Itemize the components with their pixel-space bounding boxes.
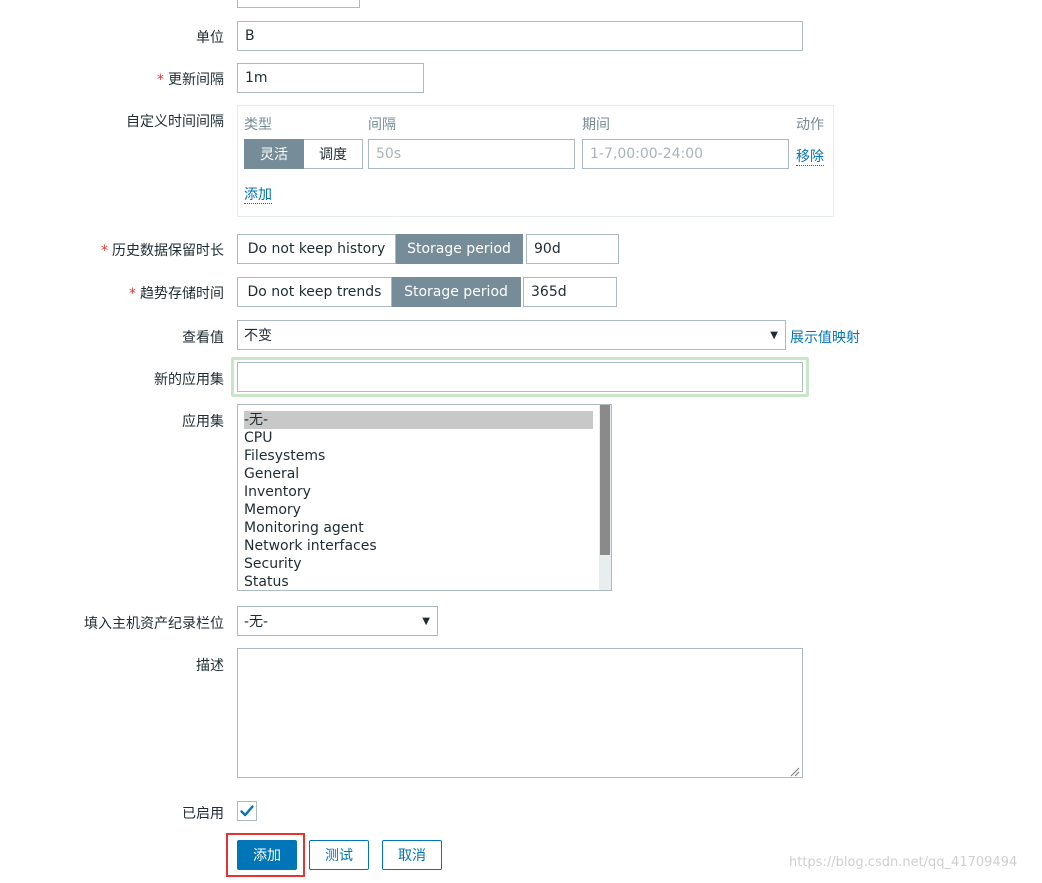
list-item[interactable]: Status xyxy=(238,573,600,590)
applications-scrollbar[interactable] xyxy=(599,405,611,590)
enabled-checkbox[interactable] xyxy=(237,801,257,821)
unit-input[interactable]: B xyxy=(237,21,803,51)
remove-interval-link[interactable]: 移除 xyxy=(796,149,824,166)
custom-intervals-interval-header: 间隔 xyxy=(368,117,396,133)
inventory-field-select[interactable]: -无- ▼ xyxy=(237,606,438,636)
list-item[interactable]: Monitoring agent xyxy=(238,519,600,537)
custom-intervals-action-header: 动作 xyxy=(796,117,824,133)
cancel-button[interactable]: 取消 xyxy=(382,840,442,870)
applications-scrollbar-thumb[interactable] xyxy=(600,405,610,555)
required-mark: * xyxy=(129,286,136,302)
custom-intervals-type-header: 类型 xyxy=(244,117,272,133)
custom-interval-placeholder: 50s xyxy=(376,146,402,162)
applications-listbox[interactable]: -无- CPU Filesystems General Inventory Me… xyxy=(237,404,612,591)
custom-intervals-period-header: 期间 xyxy=(582,117,610,133)
list-item[interactable]: Security xyxy=(238,555,600,573)
required-mark: * xyxy=(101,243,108,259)
list-item[interactable]: Network interfaces xyxy=(238,537,600,555)
unit-label: 单位 xyxy=(196,30,224,46)
new-application-input[interactable] xyxy=(237,362,803,392)
resize-handle-icon[interactable] xyxy=(790,765,800,777)
history-label-text: 历史数据保留时长 xyxy=(112,243,224,259)
partial-select-top[interactable] xyxy=(237,0,360,8)
enabled-label: 已启用 xyxy=(182,806,224,822)
history-mode-toggle: Do not keep history Storage period xyxy=(237,234,523,264)
custom-interval-input[interactable]: 50s xyxy=(368,139,575,169)
list-item[interactable]: CPU xyxy=(238,429,600,447)
show-value-label: 查看值 xyxy=(182,330,224,346)
inventory-field-selected: -无- xyxy=(244,614,269,630)
trends-storage-period-option[interactable]: Storage period xyxy=(392,277,521,307)
history-period-input[interactable]: 90d xyxy=(526,234,619,264)
list-item[interactable]: Filesystems xyxy=(238,447,600,465)
dropdown-arrow-icon: ▼ xyxy=(770,329,778,341)
new-application-label: 新的应用集 xyxy=(154,372,224,388)
inventory-field-label: 填入主机资产纪录栏位 xyxy=(84,616,224,632)
type-scheduling-option[interactable]: 调度 xyxy=(304,139,363,169)
required-mark: * xyxy=(157,72,164,88)
history-storage-period-option[interactable]: Storage period xyxy=(396,234,523,264)
list-item[interactable]: Memory xyxy=(238,501,600,519)
trends-label-text: 趋势存储时间 xyxy=(140,286,224,302)
trends-period-input[interactable]: 365d xyxy=(523,277,617,307)
checkmark-icon xyxy=(240,805,254,817)
add-button[interactable]: 添加 xyxy=(237,840,297,870)
list-item[interactable]: -无- xyxy=(244,411,593,429)
custom-period-input[interactable]: 1-7,00:00-24:00 xyxy=(582,139,789,169)
history-no-keep-option[interactable]: Do not keep history xyxy=(237,234,396,264)
remove-interval-wrap: 移除 xyxy=(796,146,824,166)
show-value-mappings-link[interactable]: 展示值映射 xyxy=(790,327,860,347)
trends-no-keep-option[interactable]: Do not keep trends xyxy=(237,277,392,307)
custom-intervals-label: 自定义时间间隔 xyxy=(126,114,224,130)
list-item[interactable]: Inventory xyxy=(238,483,600,501)
history-label: * 历史数据保留时长 xyxy=(101,240,224,260)
update-interval-label: * 更新间隔 xyxy=(157,69,224,89)
test-button[interactable]: 测试 xyxy=(309,840,369,870)
trends-label: * 趋势存储时间 xyxy=(129,283,224,303)
applications-list: -无- CPU Filesystems General Inventory Me… xyxy=(238,411,600,590)
trends-mode-toggle: Do not keep trends Storage period xyxy=(237,277,521,307)
list-item[interactable]: General xyxy=(238,465,600,483)
show-value-select[interactable]: 不变 ▼ xyxy=(237,320,786,350)
applications-label: 应用集 xyxy=(182,414,224,430)
show-value-selected: 不变 xyxy=(244,328,272,344)
watermark-text: https://blog.csdn.net/qq_41709494 xyxy=(789,855,1018,870)
update-interval-label-text: 更新间隔 xyxy=(168,72,224,88)
update-interval-input[interactable]: 1m xyxy=(237,63,424,93)
dropdown-arrow-icon: ▼ xyxy=(422,615,430,627)
add-interval-link[interactable]: 添加 xyxy=(244,187,272,204)
description-textarea[interactable] xyxy=(237,648,803,778)
add-interval-wrap: 添加 xyxy=(244,184,272,204)
type-flexible-option[interactable]: 灵活 xyxy=(244,139,304,169)
description-label: 描述 xyxy=(196,658,224,674)
custom-interval-type-toggle: 灵活 调度 xyxy=(244,139,363,169)
custom-period-placeholder: 1-7,00:00-24:00 xyxy=(590,146,704,162)
